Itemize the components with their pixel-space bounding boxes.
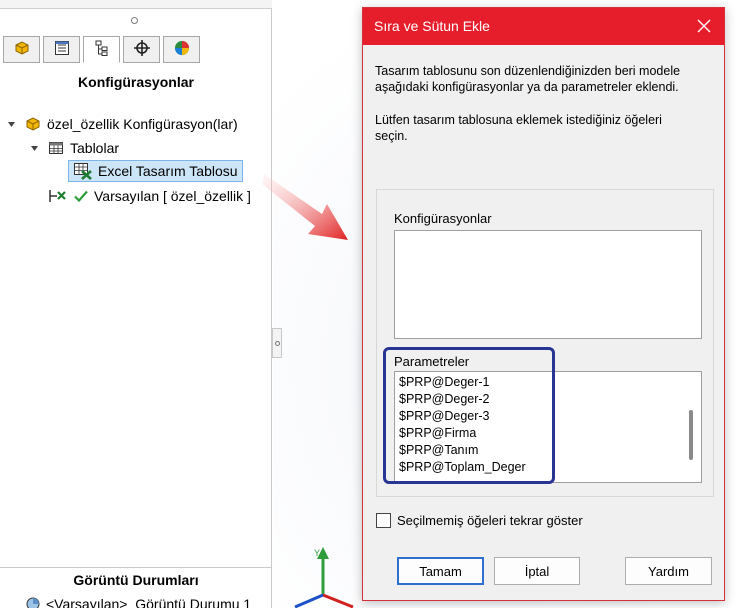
tab-feature-manager[interactable] <box>3 36 40 63</box>
property-manager-icon <box>53 39 71 60</box>
axis-triad-icon: Y <box>294 547 354 608</box>
feature-manager-icon <box>13 39 31 60</box>
show-unselected-checkbox[interactable] <box>376 513 391 528</box>
excel-table-icon <box>73 162 93 180</box>
collapse-arrow-icon[interactable] <box>29 144 39 153</box>
tree-design-table-label: Excel Tasarım Tablosu <box>98 163 238 179</box>
display-state-icon <box>25 596 41 608</box>
close-button[interactable] <box>692 14 716 38</box>
show-unselected-row[interactable]: Seçilmemiş öğeleri tekrar göster <box>376 513 583 528</box>
display-state-row[interactable]: <Varsayılan>_Görüntü Durumu 1 <box>25 594 251 608</box>
tree-tables-label: Tablolar <box>70 140 120 156</box>
configurations-list[interactable] <box>394 230 702 339</box>
panel-top-strip <box>0 0 272 9</box>
dialog-message-line: aşağıdaki konfigürasyonlar ya da paramet… <box>375 80 679 94</box>
tab-property-manager[interactable] <box>43 36 80 63</box>
dimxpert-icon <box>133 39 151 60</box>
dialog-instruction-line: Lütfen tasarım tablosuna eklemek istediğ… <box>375 113 662 127</box>
display-state-label: <Varsayılan>_Görüntü Durumu 1 <box>46 596 252 608</box>
tree-design-table-row[interactable]: Excel Tasarım Tablosu <box>68 160 243 182</box>
tab-dimxpert[interactable] <box>123 36 160 63</box>
dialog-message: Tasarım tablosunu son düzenlendiğinizden… <box>375 63 715 95</box>
collapse-arrow-icon[interactable] <box>6 120 16 129</box>
tree-tables-row[interactable]: Tablolar <box>29 137 119 159</box>
checkmark-icon <box>73 188 89 204</box>
display-manager-icon <box>173 39 191 60</box>
panel-grip[interactable] <box>131 17 138 24</box>
show-unselected-label: Seçilmemiş öğeleri tekrar göster <box>397 513 583 528</box>
handle-dot-icon <box>274 340 280 346</box>
panel-title: Konfigürasyonlar <box>78 74 194 90</box>
configurations-label: Konfigürasyonlar <box>394 211 492 226</box>
parameters-highlight-box <box>383 347 555 484</box>
tree-default-config-row[interactable]: Varsayılan [ özel_özellik ] <box>48 185 251 207</box>
panel-collapse-handle[interactable] <box>272 328 282 358</box>
display-states-title: Görüntü Durumları <box>0 567 272 591</box>
configuration-manager-icon <box>93 39 111 60</box>
dialog-message-line: Tasarım tablosunu son düzenlendiğinizden… <box>375 64 681 78</box>
red-arrow-icon <box>262 174 348 240</box>
parameters-scrollbar[interactable] <box>689 410 693 460</box>
configuration-manager-panel: Konfigürasyonlar özel_özellik Konfigüras… <box>0 0 272 608</box>
tree-root-label: özel_özellik Konfigürasyon(lar) <box>47 116 238 132</box>
close-icon <box>697 19 711 33</box>
dialog-title: Sıra ve Sütun Ekle <box>374 18 490 34</box>
tables-folder-icon <box>47 139 65 157</box>
excluded-config-icon <box>48 188 68 204</box>
part-icon <box>24 115 42 133</box>
cancel-button[interactable]: İptal <box>494 557 580 585</box>
tab-display-manager[interactable] <box>163 36 200 63</box>
dialog-instruction: Lütfen tasarım tablosuna eklemek istediğ… <box>375 112 715 144</box>
add-rows-columns-dialog: Sıra ve Sütun Ekle Tasarım tablosunu son… <box>362 7 725 601</box>
tree-default-config-label: Varsayılan [ özel_özellik ] <box>94 188 251 204</box>
design-table-selection[interactable]: Excel Tasarım Tablosu <box>68 160 243 182</box>
panel-tab-strip <box>0 36 272 63</box>
dialog-instruction-line: seçin. <box>375 129 408 143</box>
tree-root-row[interactable]: özel_özellik Konfigürasyon(lar) <box>6 113 238 135</box>
help-button[interactable]: Yardım <box>625 557 712 585</box>
svg-text:Y: Y <box>314 548 320 558</box>
tab-configuration-manager[interactable] <box>83 36 120 63</box>
dialog-titlebar[interactable]: Sıra ve Sütun Ekle <box>363 8 724 45</box>
ok-button[interactable]: Tamam <box>397 557 484 585</box>
